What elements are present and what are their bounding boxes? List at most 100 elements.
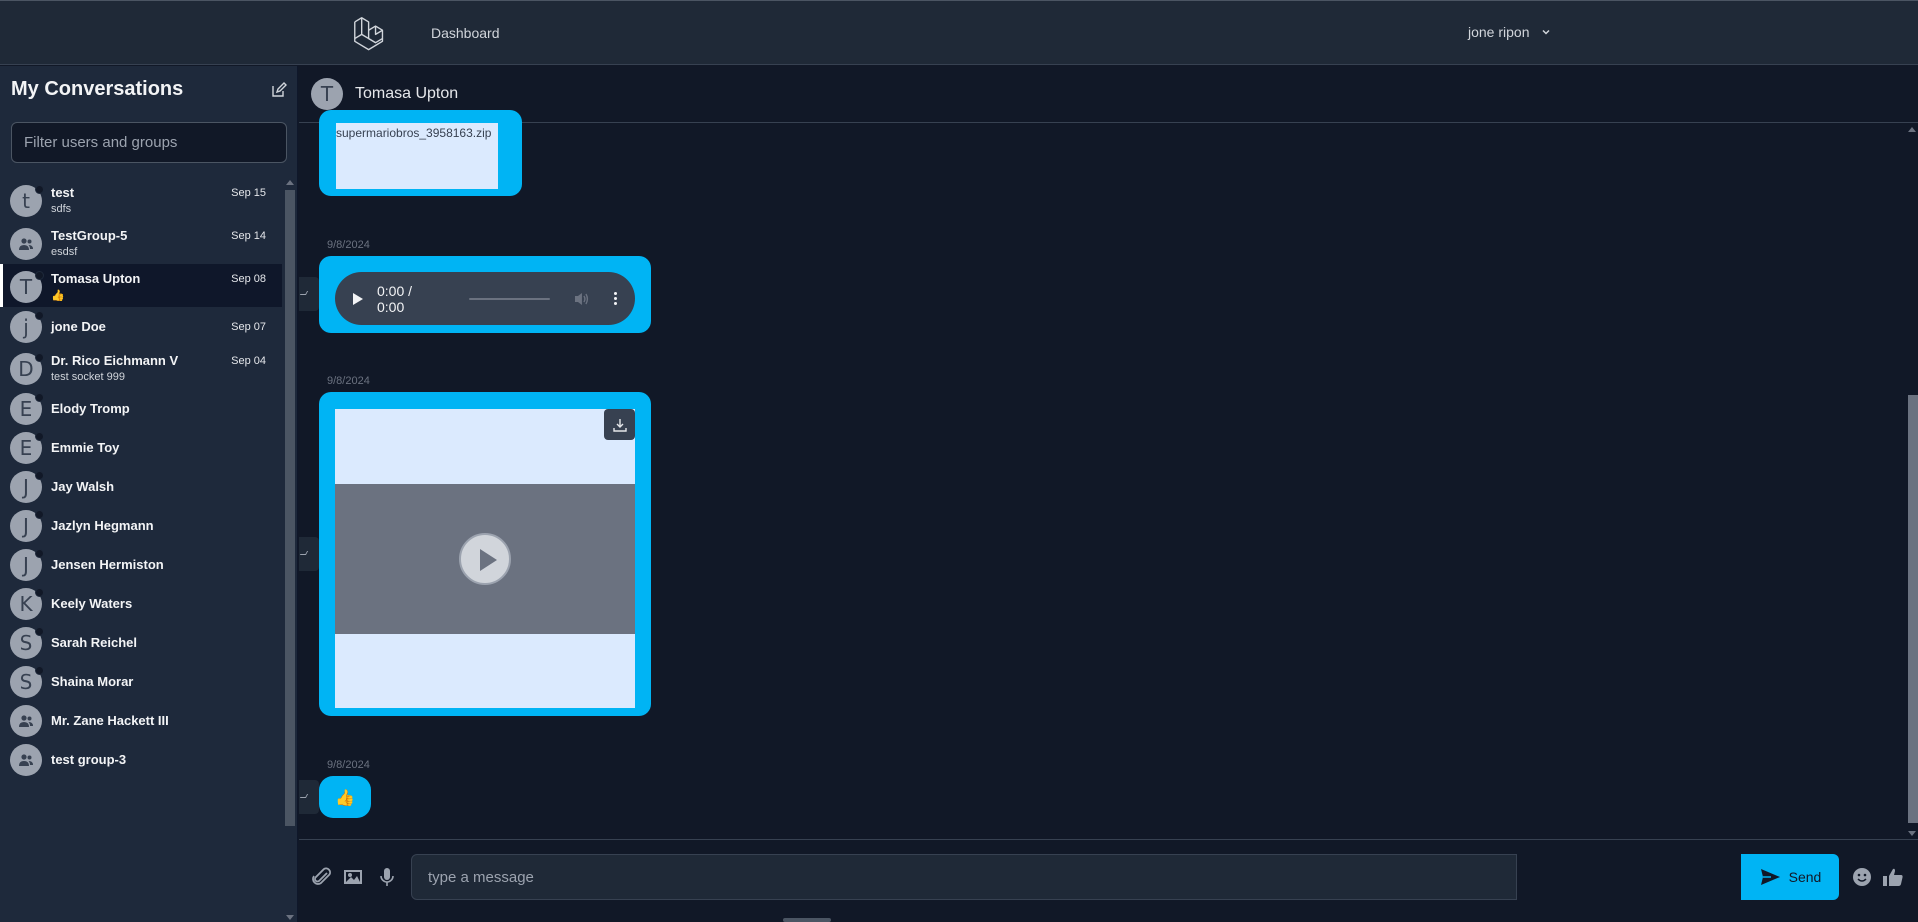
- group-avatar: [10, 704, 42, 737]
- avatar: J: [10, 470, 44, 503]
- nav-dashboard-link[interactable]: Dashboard: [431, 25, 500, 41]
- last-message: 👍: [51, 290, 65, 302]
- chat-header: T Tomasa Upton: [299, 66, 1918, 123]
- emoji-icon[interactable]: [1852, 867, 1872, 887]
- scrollbar-thumb[interactable]: [285, 190, 295, 826]
- message-date: 9/8/2024: [327, 239, 370, 251]
- avatar: T: [311, 78, 343, 110]
- scroll-up-arrow[interactable]: [286, 180, 294, 185]
- conversation-name: Tomasa Upton: [51, 271, 141, 286]
- conversation-name: jone Doe: [51, 319, 106, 334]
- conversation-item[interactable]: S Shaina Morar: [0, 662, 282, 701]
- like-icon[interactable]: [1882, 866, 1904, 888]
- conversation-item[interactable]: K Keely Waters: [0, 584, 282, 623]
- conversation-item[interactable]: J Jensen Hermiston: [0, 545, 282, 584]
- message-options-button[interactable]: [299, 277, 319, 311]
- audio-progress-slider[interactable]: [468, 297, 551, 300]
- avatar: j: [10, 310, 44, 343]
- attachment-icon[interactable]: [311, 866, 333, 888]
- avatar: J: [10, 509, 44, 542]
- group-icon: [19, 753, 33, 766]
- scroll-down-arrow[interactable]: [286, 915, 294, 920]
- taskbar-indicator: [783, 918, 831, 922]
- message-input[interactable]: [411, 854, 1517, 900]
- conversation-name: Emmie Toy: [51, 440, 120, 455]
- audio-player: 0:00 / 0:00: [335, 272, 635, 325]
- conversations-sidebar: My Conversations ttest sdfs Sep 15 TestGrou…: [0, 66, 298, 922]
- conversation-date: Sep 14: [231, 230, 266, 242]
- conversation-item[interactable]: Mr. Zane Hackett III: [0, 701, 282, 740]
- file-name[interactable]: supermariobros_3958163.zip: [336, 126, 491, 140]
- message-date: 9/8/2024: [327, 375, 370, 387]
- message-options-button[interactable]: [299, 780, 319, 814]
- status-indicator: [35, 184, 44, 194]
- conversation-item[interactable]: J Jay Walsh: [0, 467, 282, 506]
- laravel-logo[interactable]: [352, 15, 388, 51]
- more-options-icon[interactable]: [614, 292, 618, 305]
- conversation-name: Sarah Reichel: [51, 635, 137, 650]
- sidebar-scrollbar[interactable]: [283, 178, 295, 922]
- scroll-up-arrow[interactable]: [1908, 127, 1916, 132]
- conversation-name: Keely Waters: [51, 596, 133, 611]
- avatar: E: [10, 431, 44, 464]
- avatar: E: [10, 392, 44, 425]
- status-indicator: [35, 587, 44, 597]
- conversation-date: Sep 04: [231, 355, 266, 367]
- conversation-item[interactable]: J Jazlyn Hegmann: [0, 506, 282, 545]
- conversation-item[interactable]: test group-3: [0, 740, 282, 779]
- emoji-message-bubble: 👍: [319, 776, 371, 818]
- avatar: S: [10, 626, 44, 659]
- status-indicator: [35, 310, 44, 320]
- send-button[interactable]: Send: [1741, 854, 1839, 900]
- status-indicator: [35, 392, 44, 402]
- group-icon: [19, 237, 33, 250]
- scrollbar-thumb[interactable]: [1908, 395, 1918, 823]
- message-options-button[interactable]: [299, 537, 319, 571]
- chat-scrollbar[interactable]: [1906, 123, 1918, 839]
- conversation-name: Shaina Morar: [51, 674, 134, 689]
- conversation-item[interactable]: j jone Doe Sep 07: [0, 307, 282, 346]
- conversation-name: Mr. Zane Hackett III: [51, 713, 169, 728]
- scroll-down-arrow[interactable]: [1908, 831, 1916, 836]
- status-indicator: [35, 352, 44, 362]
- image-icon[interactable]: [342, 866, 364, 888]
- conversation-item[interactable]: D Dr. Rico Eichmann V test socket 999 Sep 0…: [0, 346, 282, 389]
- conversation-item[interactable]: TestGroup-5 esdsf Sep 14: [0, 221, 282, 264]
- top-navbar: Dashboard jone ripon: [0, 0, 1918, 65]
- status-indicator: [35, 431, 44, 441]
- filter-input[interactable]: [11, 122, 287, 163]
- avatar: t: [10, 184, 44, 217]
- conversation-name: Dr. Rico Eichmann V: [51, 353, 179, 368]
- status-indicator: [35, 548, 44, 558]
- conversation-name: test group-3: [51, 752, 127, 767]
- conversation-name: Elody Tromp: [51, 401, 130, 416]
- group-avatar: [10, 743, 42, 776]
- volume-icon[interactable]: [574, 292, 590, 306]
- avatar: K: [10, 587, 44, 620]
- conversation-list: t test sdfs Sep 15 TestGroup-5 esdsf Sep 14 T To…: [0, 178, 282, 922]
- avatar: S: [10, 665, 44, 698]
- conversation-item[interactable]: T Tomasa Upton 👍 Sep 08: [0, 264, 282, 307]
- conversation-name: test: [51, 185, 75, 200]
- group-icon: [19, 714, 33, 727]
- conversation-item[interactable]: E Elody Tromp: [0, 389, 282, 428]
- user-menu[interactable]: jone ripon: [1468, 24, 1552, 40]
- message-date: 9/8/2024: [327, 759, 370, 771]
- conversation-date: Sep 15: [231, 187, 266, 199]
- status-indicator: [35, 665, 44, 675]
- conversation-item[interactable]: E Emmie Toy: [0, 428, 282, 467]
- play-video-icon[interactable]: [459, 533, 511, 585]
- conversation-name: Jensen Hermiston: [51, 557, 164, 572]
- status-indicator: [35, 270, 44, 280]
- conversation-item[interactable]: t test sdfs Sep 15: [0, 178, 282, 221]
- conversation-name: TestGroup-5: [51, 228, 128, 243]
- avatar: T: [10, 270, 44, 303]
- new-conversation-icon[interactable]: [271, 82, 287, 98]
- conversation-date: Sep 08: [231, 273, 266, 285]
- microphone-icon[interactable]: [376, 866, 398, 888]
- group-avatar: [10, 227, 42, 260]
- download-button[interactable]: [604, 409, 635, 440]
- message-composer: Send: [299, 839, 1918, 922]
- play-icon[interactable]: [353, 292, 363, 305]
- conversation-item[interactable]: S Sarah Reichel: [0, 623, 282, 662]
